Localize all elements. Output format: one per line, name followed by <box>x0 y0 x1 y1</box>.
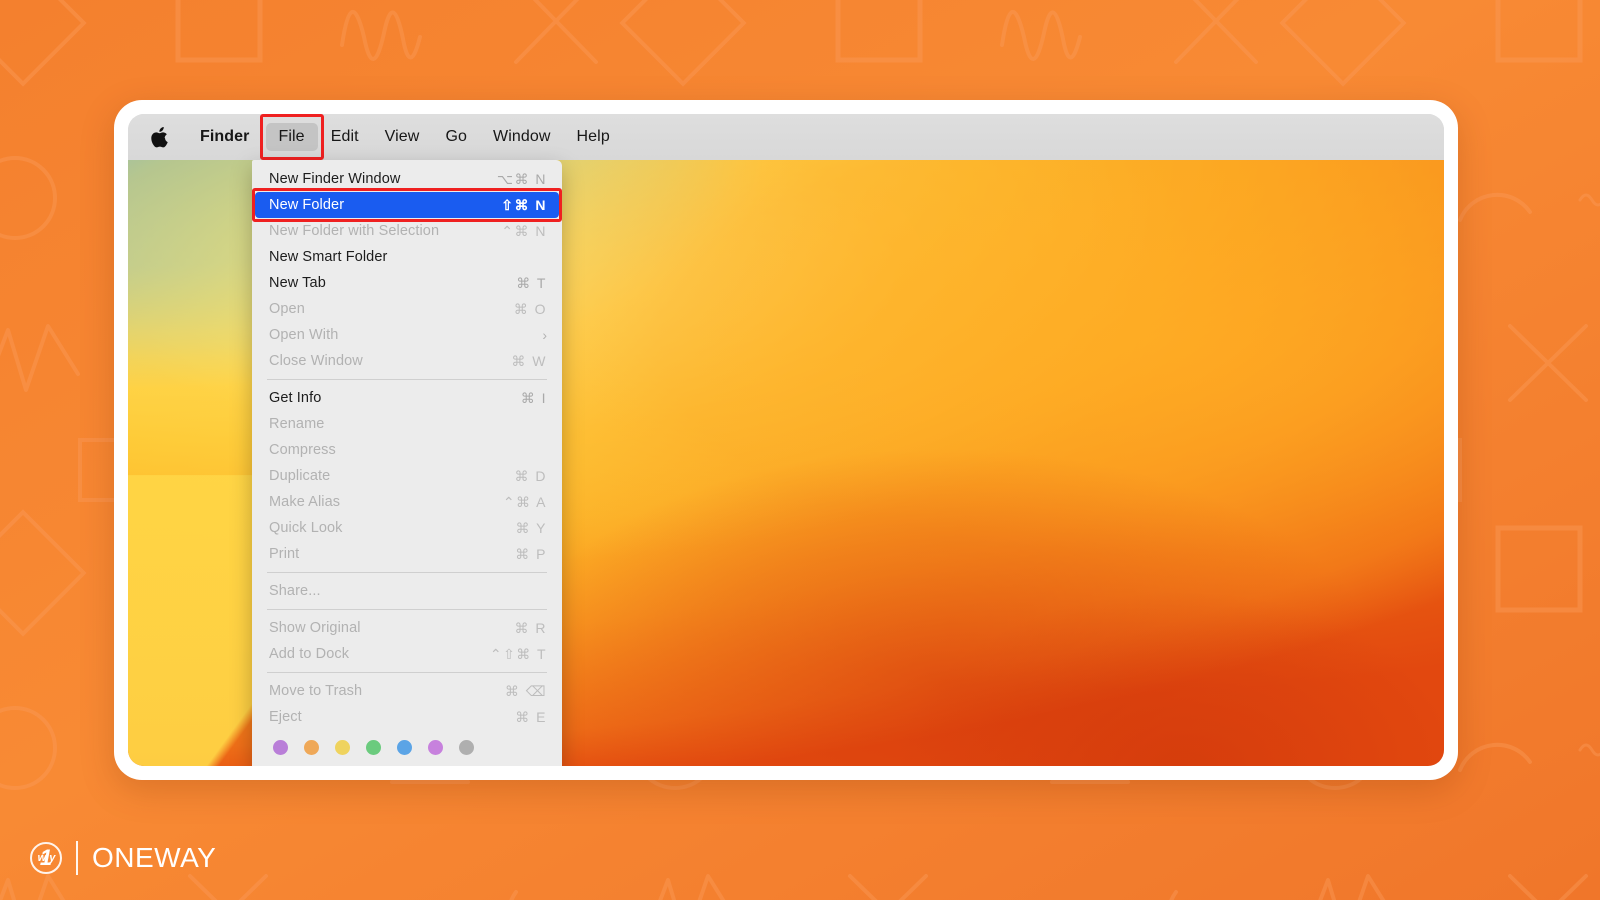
menubar-item-edit[interactable]: Edit <box>318 123 372 151</box>
menu-item-label: Eject <box>269 709 302 725</box>
menu-item-get-info[interactable]: Get Info ⌘ I <box>252 385 562 411</box>
menu-item-label: Share... <box>269 583 321 599</box>
menu-item-open-with: Open With › <box>252 322 562 348</box>
menu-item-label: Open <box>269 301 305 317</box>
menu-item-label: Make Alias <box>269 494 341 510</box>
chevron-right-icon: › <box>542 327 547 343</box>
menu-item-label: Close Window <box>269 353 363 369</box>
menu-item-shortcut: ⌘ P <box>515 545 547 562</box>
menu-bar: Finder File Edit View Go Window Help <box>128 114 1444 160</box>
menu-item-label: New Folder <box>269 197 345 213</box>
menu-item-label: Open With <box>269 327 339 343</box>
menu-item-shortcut: ⌘ T <box>516 274 547 291</box>
menu-item-new-smart-folder[interactable]: New Smart Folder <box>252 244 562 270</box>
menu-item-close-window: Close Window ⌘ W <box>252 348 562 374</box>
menu-item-shortcut: ⇧⌘ N <box>501 196 547 213</box>
menubar-item-file[interactable]: File <box>265 123 318 151</box>
menu-item-shortcut: ⌘ W <box>511 352 547 369</box>
menu-item-label: Add to Dock <box>269 646 350 662</box>
menu-item-new-folder-with-selection: New Folder with Selection ⌃⌘ N <box>252 218 562 244</box>
menu-item-shortcut: ⌘ D <box>514 467 547 484</box>
oneway-badge-icon: w y 1 <box>30 842 62 874</box>
menu-item-label: Get Info <box>269 390 322 406</box>
magenta-tag[interactable] <box>428 740 443 755</box>
menu-item-label: Rename <box>269 416 325 432</box>
menu-item-add-to-dock: Add to Dock ⌃⇧⌘ T <box>252 641 562 667</box>
menu-item-eject: Eject ⌘ E <box>252 704 562 730</box>
menu-item-label: Move to Trash <box>269 683 363 699</box>
menu-separator <box>267 672 547 673</box>
menu-item-print: Print ⌘ P <box>252 541 562 567</box>
menu-separator <box>267 609 547 610</box>
menu-item-label: Quick Look <box>269 520 343 536</box>
menu-item-label: Duplicate <box>269 468 331 484</box>
menubar-item-help[interactable]: Help <box>564 123 623 151</box>
menu-item-label: New Smart Folder <box>269 249 388 265</box>
menu-item-shortcut: ⌥⌘ N <box>496 170 547 187</box>
apple-logo-icon[interactable] <box>148 124 170 150</box>
file-dropdown-menu[interactable]: New Finder Window ⌥⌘ N New Folder ⇧⌘ N New F… <box>252 160 562 766</box>
menu-item-shortcut: ⌘ ⌫ <box>504 682 547 699</box>
menu-item-label: Compress <box>269 442 336 458</box>
menubar-item-finder[interactable]: Finder <box>184 123 266 151</box>
menu-item-new-tab[interactable]: New Tab ⌘ T <box>252 270 562 296</box>
menu-item-move-to-trash: Move to Trash ⌘ ⌫ <box>252 678 562 704</box>
badge-one-text: 1 <box>39 845 53 870</box>
menubar-item-file-wrapper: File <box>259 114 324 160</box>
mac-screen: Finder File Edit View Go Window Help New… <box>128 114 1444 766</box>
menu-item-rename: Rename <box>252 411 562 437</box>
mac-window-frame: Finder File Edit View Go Window Help New… <box>114 100 1458 780</box>
menu-item-shortcut: ⌃⌘ A <box>502 493 547 510</box>
menu-item-duplicate: Duplicate ⌘ D <box>252 463 562 489</box>
tag-color-row <box>252 730 562 766</box>
brand-logo: w y 1 ONEWAY <box>30 841 216 875</box>
green-tag[interactable] <box>366 740 381 755</box>
blue-tag[interactable] <box>397 740 412 755</box>
menubar-item-go[interactable]: Go <box>432 123 480 151</box>
menubar-item-window[interactable]: Window <box>480 123 564 151</box>
gray-tag[interactable] <box>459 740 474 755</box>
menu-item-shortcut: ⌘ Y <box>515 519 547 536</box>
menu-item-label: New Finder Window <box>269 171 401 187</box>
menu-item-label: New Folder with Selection <box>269 223 440 239</box>
brand-name: ONEWAY <box>92 842 217 873</box>
menu-item-compress: Compress <box>252 437 562 463</box>
menu-item-new-finder-window[interactable]: New Finder Window ⌥⌘ N <box>252 166 562 192</box>
purple-tag[interactable] <box>273 740 288 755</box>
orange-tag[interactable] <box>304 740 319 755</box>
menu-item-label: New Tab <box>269 275 326 291</box>
menu-item-show-original: Show Original ⌘ R <box>252 615 562 641</box>
menu-separator <box>267 572 547 573</box>
menu-item-shortcut: ⌃⇧⌘ T <box>489 645 547 662</box>
menu-item-make-alias: Make Alias ⌃⌘ A <box>252 489 562 515</box>
menubar-item-view[interactable]: View <box>372 123 433 151</box>
yellow-tag[interactable] <box>335 740 350 755</box>
menu-item-shortcut: ⌘ O <box>513 300 547 317</box>
menu-separator <box>267 379 547 380</box>
menu-item-quick-look: Quick Look ⌘ Y <box>252 515 562 541</box>
menu-item-shortcut: ⌃⌘ N <box>501 222 547 239</box>
menu-item-label: Print <box>269 546 300 562</box>
menu-item-shortcut: ⌘ I <box>520 389 547 406</box>
logo-divider <box>76 841 78 875</box>
menu-item-shortcut: ⌘ E <box>515 708 547 725</box>
menu-item-shortcut: ⌘ R <box>514 619 547 636</box>
menu-item-share: Share... <box>252 578 562 604</box>
menu-item-new-folder[interactable]: New Folder ⇧⌘ N <box>255 192 559 218</box>
menu-item-open: Open ⌘ O <box>252 296 562 322</box>
menu-item-label: Show Original <box>269 620 361 636</box>
